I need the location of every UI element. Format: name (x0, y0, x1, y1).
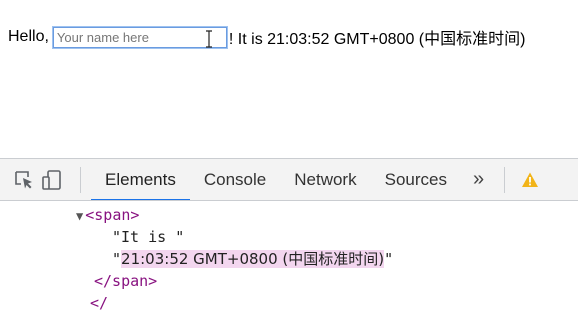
more-tabs-icon[interactable]: » (461, 159, 496, 200)
quote-close: " (384, 250, 394, 268)
tab-console[interactable]: Console (190, 159, 280, 200)
hello-text: Hello, (8, 28, 49, 45)
quote-open: " (112, 250, 122, 268)
dom-node-span-open[interactable]: ▼ <span> (0, 204, 578, 226)
devtools-panel: Elements Console Network Sources » ▼ <spa… (0, 158, 578, 312)
devtools-toolbar: Elements Console Network Sources » (0, 159, 578, 201)
trailing-tag: </ (90, 294, 109, 312)
span-close-tag: </span> (94, 272, 158, 290)
inspect-element-icon[interactable] (10, 159, 38, 200)
dom-tree: ▼ <span> "It is " "21:03:52 GMT+0800 (中国标… (0, 201, 578, 314)
toolbar-divider (80, 166, 81, 193)
warning-icon[interactable] (521, 159, 539, 200)
page-viewport: Hello, ! It is 21:03:52 GMT+0800 (中国标准时间… (0, 0, 578, 158)
text-node-2: 21:03:52 GMT+0800 (中国标准时间) (121, 250, 385, 268)
name-input[interactable] (52, 26, 227, 48)
dom-text-node-1[interactable]: "It is " (0, 226, 578, 248)
greeting-line: Hello, ! It is 21:03:52 GMT+0800 (中国标准时间… (8, 25, 525, 49)
text-node-2-highlight: 21:03:52 GMT+0800 (中国标准时间) (121, 250, 385, 268)
device-toolbar-icon[interactable] (38, 159, 66, 200)
dom-text-node-2[interactable]: "21:03:52 GMT+0800 (中国标准时间)" (0, 248, 578, 270)
span-open-tag: <span> (85, 206, 140, 224)
toolbar-divider-2 (504, 166, 506, 193)
expand-arrow-icon[interactable]: ▼ (76, 209, 83, 223)
time-text: ! It is 21:03:52 GMT+0800 (中国标准时间) (228, 31, 526, 48)
text-node-1: "It is " (112, 228, 185, 246)
tab-elements[interactable]: Elements (91, 159, 190, 200)
dom-node-span-close[interactable]: </span> (0, 270, 578, 292)
dom-node-trailing[interactable]: </ (0, 292, 578, 314)
tab-network[interactable]: Network (280, 159, 370, 200)
tab-sources[interactable]: Sources (371, 159, 461, 200)
